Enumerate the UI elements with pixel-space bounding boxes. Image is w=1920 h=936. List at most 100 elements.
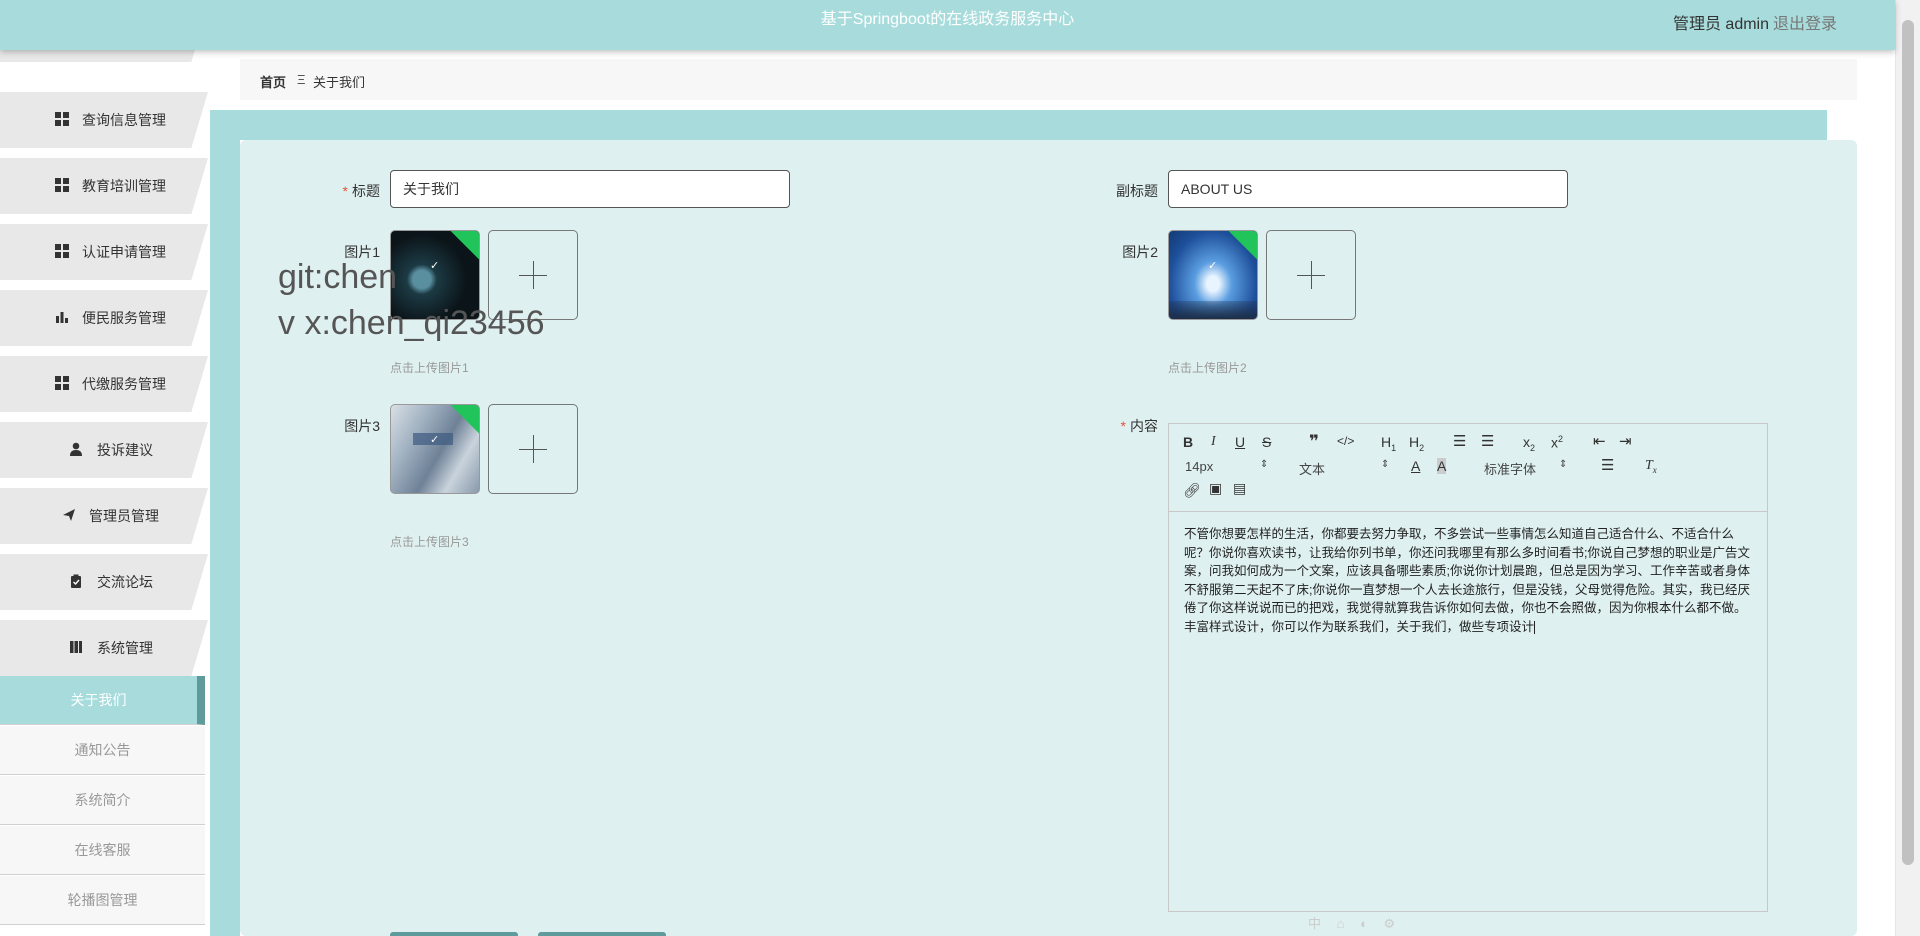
underline-icon[interactable]: U [1235,434,1245,450]
italic-icon[interactable]: I [1211,434,1216,450]
background-color-icon[interactable]: A [1437,458,1447,474]
breadcrumb-separator: Ξ [297,72,306,87]
text-type-value: 文本 [1299,462,1326,477]
editor-toolbar: B I U S ❞ </> H1 H2 ☰ ☰ x2 x2 ⇤ ⇥ 14px ⇕ … [1169,424,1767,512]
sidebar-item-label: 便民服务管理 [82,310,166,326]
content-side-band [210,110,240,936]
sidebar-item-education[interactable]: 教育培训管理 [0,158,208,214]
pic2-label: 图片2 [1122,244,1158,260]
code-block-icon[interactable]: </> [1337,434,1354,448]
title-input[interactable] [390,170,790,208]
page-scrollbar-thumb[interactable] [1902,20,1914,865]
bar-chart-icon [56,312,68,323]
grid-icon [55,178,69,192]
check-icon: ✓ [1208,260,1218,272]
sidebar-item-payment[interactable]: 代缴服务管理 [0,356,208,412]
required-mark: * [342,183,348,199]
watermark-text: git:chen v x:chen_qi23456 [278,258,545,342]
bold-icon[interactable]: B [1183,434,1193,450]
font-family-value: 标准字体 [1484,462,1537,477]
text-type-select[interactable]: 文本 ⇕ [1299,459,1389,478]
pic2-upload-button[interactable] [1266,230,1356,320]
book-icon [70,641,82,653]
check-icon: ✓ [430,434,440,446]
text-caret [1534,620,1536,634]
submenu-notices[interactable]: 通知公告 [0,726,205,775]
sidebar-item-label: 系统管理 [97,640,153,656]
sidebar-item-certification[interactable]: 认证申请管理 [0,224,208,280]
pic1-hint: 点击上传图片1 [390,361,469,375]
top-bar: 基于Springboot的在线政务服务中心 管理员 admin 退出登录 [0,0,1895,50]
font-family-select[interactable]: 标准字体 ⇕ [1484,459,1567,478]
user-icon [70,442,82,456]
submenu-carousel[interactable]: 轮播图管理 [0,876,205,925]
cancel-button[interactable] [538,932,666,936]
content-header-band [210,110,1827,140]
sidebar: 查询信息管理 教育培训管理 认证申请管理 便民服务管理 代缴服务管理 投诉建议 … [0,50,210,936]
title-label: * 标题 [342,183,380,199]
editor-content-text: 不管你想要怎样的生活，你都要去努力争取，不多尝试一些事情怎么知道自己适合什么、不… [1184,527,1750,634]
sidebar-item-admins[interactable]: 管理员管理 [0,488,208,544]
submenu-about-us[interactable]: 关于我们 [0,676,205,725]
editor-content[interactable]: 不管你想要怎样的生活，你都要去努力争取，不多尝试一些事情怎么知道自己适合什么、不… [1184,525,1756,636]
uploaded-corner-badge [1226,231,1257,262]
select-arrows-icon: ⇕ [1559,459,1568,470]
sidebar-item-label: 认证申请管理 [82,244,166,260]
breadcrumb: 首页 Ξ 关于我们 [240,59,1857,100]
font-size-select[interactable]: 14px ⇕ [1185,459,1268,474]
subtitle-input[interactable] [1168,170,1568,208]
app-title: 基于Springboot的在线政务服务中心 [820,11,1075,28]
sidebar-item-label: 交流论坛 [97,574,153,590]
logout-link[interactable]: 退出登录 [1773,10,1837,34]
subtitle-label: 副标题 [1116,183,1158,199]
blockquote-icon[interactable]: ❞ [1309,432,1319,452]
header2-icon[interactable]: H2 [1409,434,1424,453]
link-icon[interactable]: 🔗︎ [1183,482,1201,499]
font-color-icon[interactable]: A [1411,458,1420,474]
submenu-system-intro[interactable]: 系统简介 [0,776,205,825]
clipboard-icon [71,574,81,588]
page-scrollbar[interactable] [1895,0,1920,936]
sidebar-item-convenience[interactable]: 便民服务管理 [0,290,208,346]
submenu-online-service[interactable]: 在线客服 [0,826,205,875]
grid-icon [55,376,69,390]
ordered-list-icon[interactable]: ☰ [1453,432,1466,450]
pic3-hint: 点击上传图片3 [390,535,469,549]
breadcrumb-home[interactable]: 首页 [260,72,286,91]
breadcrumb-current: 关于我们 [313,75,366,90]
sidebar-item-label: 查询信息管理 [82,112,166,128]
content-label: * 内容 [1120,418,1158,434]
uploaded-corner-badge [448,405,479,436]
video-icon[interactable]: ▤ [1233,480,1246,497]
sidebar-item-label: 教育培训管理 [82,178,166,194]
sidebar-item-system[interactable]: 系统管理 [0,620,208,676]
font-size-value: 14px [1185,459,1214,474]
image-icon[interactable]: ▣ [1209,480,1222,497]
sidebar-item-label: 代缴服务管理 [82,376,166,392]
bullet-list-icon[interactable]: ☰ [1481,432,1494,450]
pic2-hint: 点击上传图片2 [1168,361,1247,375]
ime-toolbar: 中 ⌂ ◐ ⚙ [1308,916,1402,931]
grid-icon [55,244,69,258]
sidebar-item-query-info[interactable]: 查询信息管理 [0,92,208,148]
sidebar-item-complaints[interactable]: 投诉建议 [0,422,208,478]
align-icon[interactable]: ☰ [1601,456,1614,474]
rich-text-editor[interactable]: B I U S ❞ </> H1 H2 ☰ ☰ x2 x2 ⇤ ⇥ 14px ⇕ … [1168,423,1768,912]
clear-format-icon[interactable]: Tx [1645,458,1657,475]
pic3-thumbnail[interactable]: ✓ [390,404,480,494]
subscript-icon[interactable]: x2 [1523,434,1535,453]
pic3-upload-button[interactable] [488,404,578,494]
indent-icon[interactable]: ⇥ [1619,432,1632,450]
sidebar-item-label: 管理员管理 [89,508,159,524]
grid-icon [55,112,69,126]
submit-button[interactable] [390,932,518,936]
outdent-icon[interactable]: ⇤ [1593,432,1606,450]
pic2-thumbnail[interactable]: ✓ [1168,230,1258,320]
sidebar-item-top-partial[interactable] [0,50,208,62]
superscript-icon[interactable]: x2 [1551,434,1563,451]
sidebar-item-forum[interactable]: 交流论坛 [0,554,208,610]
city-skyline [1169,301,1257,319]
header1-icon[interactable]: H1 [1381,434,1396,453]
select-arrows-icon: ⇕ [1260,459,1269,470]
strike-icon[interactable]: S [1262,434,1271,450]
